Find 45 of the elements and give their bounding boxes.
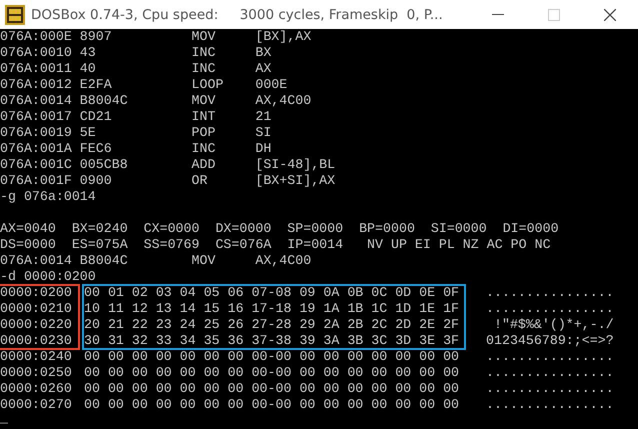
dump-address: 0000:0200 <box>0 285 73 301</box>
command-line: -d 0000:0200 <box>0 269 96 285</box>
dump-bytes: 00 00 00 00 00 00 00 00-00 00 00 00 00 00 00 00 <box>84 349 460 365</box>
minimize-icon <box>492 14 504 15</box>
dump-bytes: 10 11 12 13 14 15 16 17-18 19 1A 1B 1C 1D 1E 1F <box>84 301 460 317</box>
dump-bytes: 20 21 22 23 24 25 26 27-28 29 2A 2B 2C 2D 2E 2F <box>84 317 460 333</box>
command-line: -g 076a:0014 <box>0 189 96 205</box>
dump-bytes: 30 31 32 33 34 35 36 37-38 39 3A 3B 3C 3D 3E 3F <box>84 333 460 349</box>
disassembly-line: 076A:0012 E2FA LOOP 000E <box>0 77 288 93</box>
dump-address: 0000:0230 <box>0 333 73 349</box>
dump-ascii: ................ <box>486 381 614 397</box>
dump-address: 0000:0240 <box>0 349 73 365</box>
disassembly-line: 076A:0017 CD21 INT 21 <box>0 109 272 125</box>
dump-address: 0000:0220 <box>0 317 73 333</box>
dump-ascii: ................ <box>486 397 614 413</box>
dump-address: 0000:0270 <box>0 397 73 413</box>
dump-address: 0000:0250 <box>0 365 73 381</box>
text-cursor: _ <box>0 413 8 425</box>
dump-bytes: 00 00 00 00 00 00 00 00-00 00 00 00 00 00 00 00 <box>84 365 460 381</box>
register-line: AX=0040 BX=0240 CX=0000 DX=0000 SP=0000 BP=0000 SI=0000 DI=0000 <box>0 221 559 237</box>
disassembly-line: 076A:0010 43 INC BX <box>0 45 272 61</box>
dump-ascii: ................ <box>486 285 614 301</box>
dump-bytes: 00 01 02 03 04 05 06 07-08 09 0A 0B 0C 0D 0E 0F <box>84 285 460 301</box>
dump-address: 0000:0210 <box>0 301 73 317</box>
app-logo-icon <box>5 4 25 24</box>
dump-ascii: 0123456789:;<=>? <box>486 333 614 349</box>
disassembly-line: 076A:0011 40 INC AX <box>0 61 272 77</box>
dump-ascii: ................ <box>486 365 614 381</box>
disassembly-line: 076A:0014 B8004C MOV AX,4C00 <box>0 253 312 269</box>
dump-bytes: 00 00 00 00 00 00 00 00-00 00 00 00 00 00 00 00 <box>84 397 460 413</box>
maximize-icon <box>548 8 560 20</box>
dump-bytes: 00 00 00 00 00 00 00 00-00 00 00 00 00 00 00 00 <box>84 381 460 397</box>
dump-ascii: !"#$%&'()*+,-./ <box>492 317 614 333</box>
disassembly-line: 076A:000E 8907 MOV [BX],AX <box>0 29 312 45</box>
dump-ascii: ................ <box>486 349 614 365</box>
register-line: DS=0000 ES=075A SS=0769 CS=076A IP=0014 NV UP EI PL NZ AC PO NC <box>0 237 551 253</box>
disassembly-line: 076A:001A FEC6 INC DH <box>0 141 272 157</box>
window-title: DOSBox 0.74-3, Cpu speed: 3000 cycles, Frameskip 0, P... <box>31 6 444 22</box>
disassembly-line: 076A:0014 B8004C MOV AX,4C00 <box>0 93 312 109</box>
dump-address: 0000:0260 <box>0 381 73 397</box>
disassembly-line: 076A:001C 005CB8 ADD [SI-48],BL <box>0 157 336 173</box>
close-icon <box>604 8 616 20</box>
disassembly-line: 076A:001F 0900 OR [BX+SI],AX <box>0 173 336 189</box>
disassembly-line: 076A:0019 5E POP SI <box>0 125 272 141</box>
dump-ascii: ................ <box>486 301 614 317</box>
